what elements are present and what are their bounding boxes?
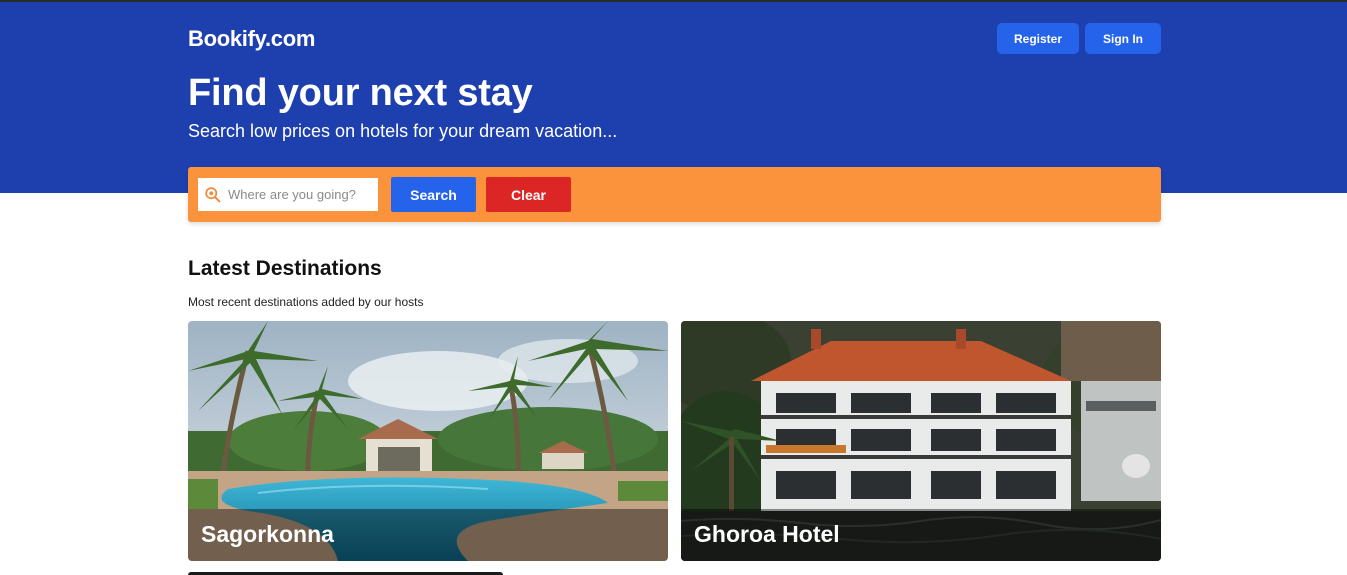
hero-headline: Find your next stay [188,72,533,114]
destination-card[interactable]: Sagorkonna [188,321,668,561]
search-bar: Search Clear [188,167,1161,222]
sign-in-button[interactable]: Sign In [1085,23,1161,54]
hero-subheadline: Search low prices on hotels for your dre… [188,121,618,141]
destination-card[interactable]: Ghoroa Hotel [681,321,1161,561]
card-caption: Ghoroa Hotel [681,509,1161,561]
location-search-icon [205,187,221,203]
hero-header: Bookify.com Register Sign In Find your n… [0,2,1347,193]
destination-field[interactable] [198,178,378,211]
search-button[interactable]: Search [391,177,476,212]
latest-destinations-title: Latest Destinations [188,257,382,280]
register-button[interactable]: Register [997,23,1079,54]
destination-name: Ghoroa Hotel [694,521,840,547]
card-caption: Sagorkonna [188,509,668,561]
destination-input[interactable] [228,187,378,202]
site-logo[interactable]: Bookify.com [188,26,315,52]
latest-destinations-subtitle: Most recent destinations added by our ho… [188,295,424,309]
destination-name: Sagorkonna [201,521,334,547]
clear-button[interactable]: Clear [486,177,571,212]
